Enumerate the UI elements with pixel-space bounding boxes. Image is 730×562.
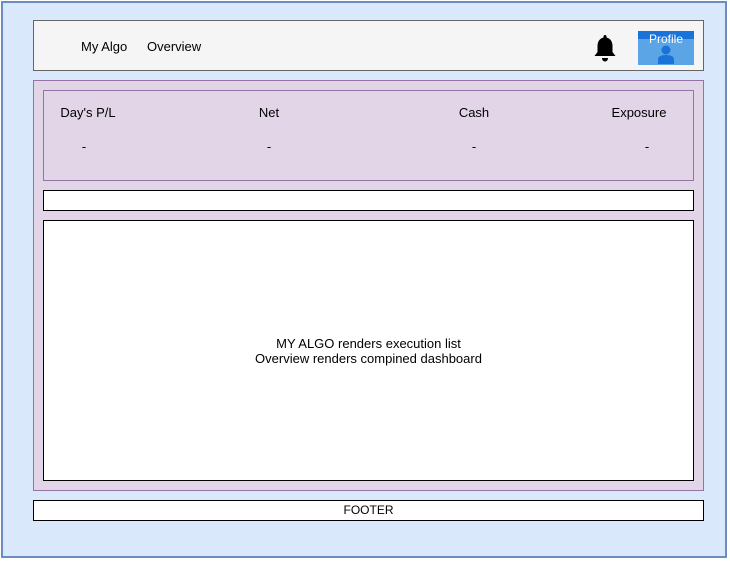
top-header: My Algo Overview Profile bbox=[33, 20, 704, 71]
stat-value-exposure: - bbox=[644, 139, 650, 154]
filter-bar[interactable] bbox=[43, 190, 694, 211]
bell-icon[interactable] bbox=[592, 33, 618, 63]
stat-value-day-pl: - bbox=[81, 139, 87, 154]
stat-label-exposure: Exposure bbox=[611, 105, 667, 120]
profile-button[interactable]: Profile bbox=[638, 31, 694, 65]
app-frame: My Algo Overview Profile Day's P/L Net C… bbox=[1, 1, 727, 558]
content-description: MY ALGO renders execution list Overview … bbox=[44, 336, 693, 366]
stat-label-day-pl: Day's P/L bbox=[60, 105, 116, 120]
stat-value-cash: - bbox=[471, 139, 477, 154]
user-icon bbox=[658, 45, 674, 64]
nav-my-algo[interactable]: My Algo bbox=[81, 39, 127, 54]
stats-panel: Day's P/L Net Cash Exposure - - - - bbox=[43, 90, 694, 181]
stat-label-cash: Cash bbox=[458, 105, 490, 120]
content-line-2: Overview renders compined dashboard bbox=[255, 351, 482, 366]
content-line-1: MY ALGO renders execution list bbox=[276, 336, 461, 351]
main-panel: Day's P/L Net Cash Exposure - - - - MY A… bbox=[33, 80, 704, 491]
stat-label-net: Net bbox=[258, 105, 280, 120]
nav-overview[interactable]: Overview bbox=[147, 39, 201, 54]
stat-value-net: - bbox=[266, 139, 272, 154]
footer: FOOTER bbox=[33, 500, 704, 521]
content-area: MY ALGO renders execution list Overview … bbox=[43, 220, 694, 481]
